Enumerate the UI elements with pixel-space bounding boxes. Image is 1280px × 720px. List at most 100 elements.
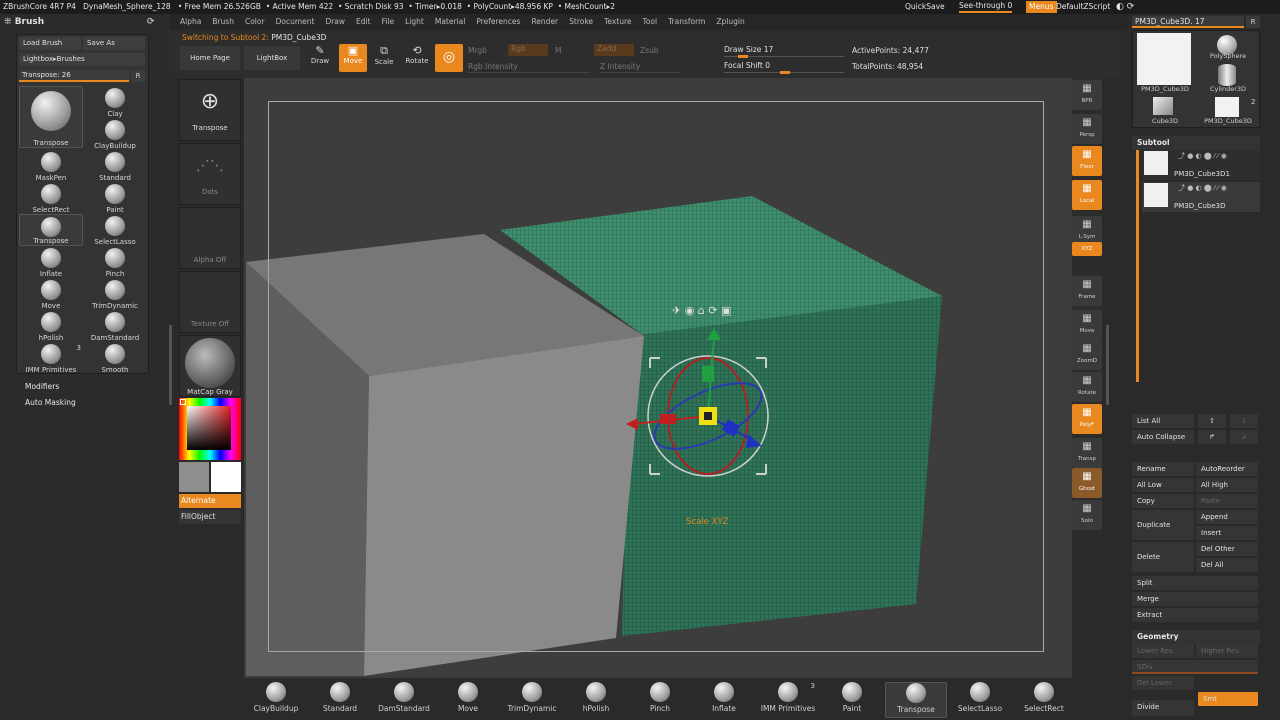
brush-hpolish[interactable]: hPolish bbox=[19, 310, 83, 342]
defaultzscript-button[interactable]: DefaultZScript bbox=[1056, 0, 1110, 14]
shelf-bpr-button[interactable]: ▦ BPR bbox=[1072, 80, 1102, 110]
bottom-brush-claybuildup[interactable]: ClayBuildup bbox=[245, 682, 307, 718]
tool-name-slider[interactable]: PM3D_Cube3D. 17 bbox=[1132, 16, 1244, 28]
tool-thumb-pm3d-cube3d-large[interactable] bbox=[1137, 33, 1191, 85]
bottom-brush-damstandard[interactable]: DamStandard bbox=[373, 682, 435, 718]
menu-document[interactable]: Document bbox=[276, 17, 315, 26]
subtool-controls-1-icon[interactable]: ⤴ ● ◐ ⬤ ⁄ ⁄ ◉ bbox=[1178, 151, 1227, 161]
merge-button[interactable]: Merge bbox=[1132, 592, 1258, 606]
move-up-icon[interactable]: ⇧ bbox=[1198, 414, 1226, 428]
auto-collapse-button[interactable]: Auto Collapse bbox=[1132, 430, 1194, 444]
all-low-button[interactable]: All Low bbox=[1132, 478, 1194, 492]
rgb-button[interactable]: Rgb bbox=[508, 44, 548, 56]
cylinder3d-icon[interactable] bbox=[1218, 64, 1236, 86]
move-mode-button[interactable]: ▣ Move bbox=[339, 44, 367, 72]
menu-transform[interactable]: Transform bbox=[668, 17, 705, 26]
paste-button[interactable]: Paste bbox=[1196, 494, 1258, 508]
shelf-frame-button[interactable]: ▦ Frame bbox=[1072, 276, 1102, 306]
shelf-zoomd-button[interactable]: ▦ ZoomD bbox=[1072, 340, 1102, 370]
seethrough-slider[interactable]: See-through 0 bbox=[959, 0, 1013, 13]
menu-edit[interactable]: Edit bbox=[356, 17, 371, 26]
brush-clay[interactable]: Clay bbox=[83, 86, 147, 118]
shelf-polyf-button[interactable]: ▦ PolyF bbox=[1072, 404, 1102, 434]
shelf-ghost-button[interactable]: ▦ Ghost bbox=[1072, 468, 1102, 498]
home-page-button[interactable]: Home Page bbox=[180, 46, 240, 70]
divide-button[interactable]: Divide bbox=[1132, 700, 1194, 716]
draw-size-slider[interactable]: Draw Size 17 bbox=[724, 45, 844, 58]
brush-selectrect[interactable]: SelectRect bbox=[19, 182, 83, 214]
bottom-brush-paint[interactable]: Paint bbox=[821, 682, 883, 718]
menu-brush[interactable]: Brush bbox=[212, 17, 234, 26]
insert-button[interactable]: Insert bbox=[1196, 526, 1258, 540]
autoreorder-button[interactable]: AutoReorder bbox=[1196, 462, 1258, 476]
secondary-color-swatch[interactable] bbox=[179, 462, 209, 492]
menu-tool[interactable]: Tool bbox=[643, 17, 658, 26]
lightbox-button[interactable]: LightBox bbox=[244, 46, 300, 70]
palette-icon[interactable]: ⁜ bbox=[4, 17, 15, 27]
z-intensity-slider[interactable]: Z Intensity bbox=[600, 62, 680, 73]
menu-zplugin[interactable]: Zplugin bbox=[716, 17, 744, 26]
menu-color[interactable]: Color bbox=[245, 17, 265, 26]
texture-thumbnail[interactable]: Texture Off bbox=[179, 271, 241, 333]
subtool-item-2[interactable]: ⤴ ● ◐ ⬤ ⁄ ⁄ ◉ PM3D_Cube3D bbox=[1142, 182, 1260, 212]
fillobject-button[interactable]: FillObject bbox=[179, 510, 241, 524]
menu-render[interactable]: Render bbox=[531, 17, 558, 26]
higher-res-button[interactable]: Higher Res bbox=[1196, 644, 1258, 658]
lightbox-brushes-button[interactable]: Lightbox▸Brushes bbox=[19, 53, 145, 66]
rename-button[interactable]: Rename bbox=[1132, 462, 1194, 476]
bottom-brush-inflate[interactable]: Inflate bbox=[693, 682, 755, 718]
draw-button[interactable]: ✎ Draw bbox=[306, 44, 334, 72]
quicksave-button[interactable]: QuickSave bbox=[905, 0, 945, 14]
shelf-rotate-button[interactable]: ▦ Rotate bbox=[1072, 372, 1102, 402]
menu-texture[interactable]: Texture bbox=[604, 17, 631, 26]
window-controls-icon[interactable]: ◐ ⟳ bbox=[1116, 0, 1134, 14]
menu-file[interactable]: File bbox=[382, 17, 395, 26]
shelf-solo-button[interactable]: ▦ Solo bbox=[1072, 500, 1102, 530]
shelf-move-button[interactable]: ▦ Move bbox=[1072, 310, 1102, 340]
copy-button[interactable]: Copy bbox=[1132, 494, 1194, 508]
save-as-button[interactable]: Save As bbox=[83, 37, 145, 50]
m-button[interactable]: M bbox=[555, 46, 561, 55]
brush-damstandard[interactable]: DamStandard bbox=[83, 310, 147, 342]
alternate-button[interactable]: Alternate bbox=[179, 494, 241, 508]
bottom-brush-transpose[interactable]: Transpose bbox=[885, 682, 947, 718]
brush-selectlasso[interactable]: SelectLasso bbox=[83, 214, 147, 246]
rotate-mode-button[interactable]: ⟲ Rotate bbox=[403, 44, 431, 72]
shelf-floor-button[interactable]: ▦ Floor bbox=[1072, 146, 1102, 176]
menu-light[interactable]: Light bbox=[405, 17, 424, 26]
left-scrollbar[interactable] bbox=[169, 325, 172, 405]
brush-pinch[interactable]: Pinch bbox=[83, 246, 147, 278]
alpha-thumbnail[interactable]: Alpha Off bbox=[179, 207, 241, 269]
move-down-icon[interactable]: ⇩ bbox=[1230, 414, 1258, 428]
bottom-brush-hpolish[interactable]: hPolish bbox=[565, 682, 627, 718]
current-brush-thumbnail[interactable]: ⊕ Transpose bbox=[179, 79, 241, 141]
transpose-size-slider[interactable]: Transpose: 26 bbox=[19, 70, 129, 82]
smt-toggle[interactable]: Smt bbox=[1198, 692, 1258, 706]
brush-imm-primitives[interactable]: IMM Primitives 3 bbox=[19, 342, 83, 374]
mrgb-button[interactable]: Mrgb bbox=[468, 46, 487, 55]
sdiv-slider[interactable]: SDiv bbox=[1132, 660, 1258, 674]
bottom-brush-imm-primitives[interactable]: IMM Primitives 3 bbox=[757, 682, 819, 718]
split-button[interactable]: Split bbox=[1132, 576, 1258, 590]
zsub-button[interactable]: Zsub bbox=[640, 46, 659, 55]
shelf-xyz-button[interactable]: XYZ bbox=[1072, 242, 1102, 256]
brush-maskpen[interactable]: MaskPen bbox=[19, 150, 83, 182]
shelf-transp-button[interactable]: ▦ Transp bbox=[1072, 438, 1102, 468]
focal-shift-slider[interactable]: Focal Shift 0 bbox=[724, 61, 844, 74]
menus-toggle[interactable]: Menus bbox=[1026, 1, 1057, 13]
shelf-local-button[interactable]: ▦ Local bbox=[1072, 180, 1102, 210]
color-picker-marker-icon[interactable] bbox=[180, 399, 186, 405]
brush-paint[interactable]: Paint bbox=[83, 182, 147, 214]
bottom-brush-move[interactable]: Move bbox=[437, 682, 499, 718]
extract-button[interactable]: Extract bbox=[1132, 608, 1258, 622]
delete-button[interactable]: Delete bbox=[1132, 542, 1194, 572]
del-all-button[interactable]: Del All bbox=[1196, 558, 1258, 572]
rgb-intensity-slider[interactable]: Rgb Intensity bbox=[468, 62, 590, 73]
subtool-controls-2-icon[interactable]: ⤴ ● ◐ ⬤ ⁄ ⁄ ◉ bbox=[1178, 183, 1227, 193]
bottom-brush-selectlasso[interactable]: SelectLasso bbox=[949, 682, 1011, 718]
color-picker[interactable] bbox=[179, 398, 241, 460]
brush-move[interactable]: Move bbox=[19, 278, 83, 310]
brush-inflate[interactable]: Inflate bbox=[19, 246, 83, 278]
brush-standard[interactable]: Standard bbox=[83, 150, 147, 182]
bottom-brush-standard[interactable]: Standard bbox=[309, 682, 371, 718]
